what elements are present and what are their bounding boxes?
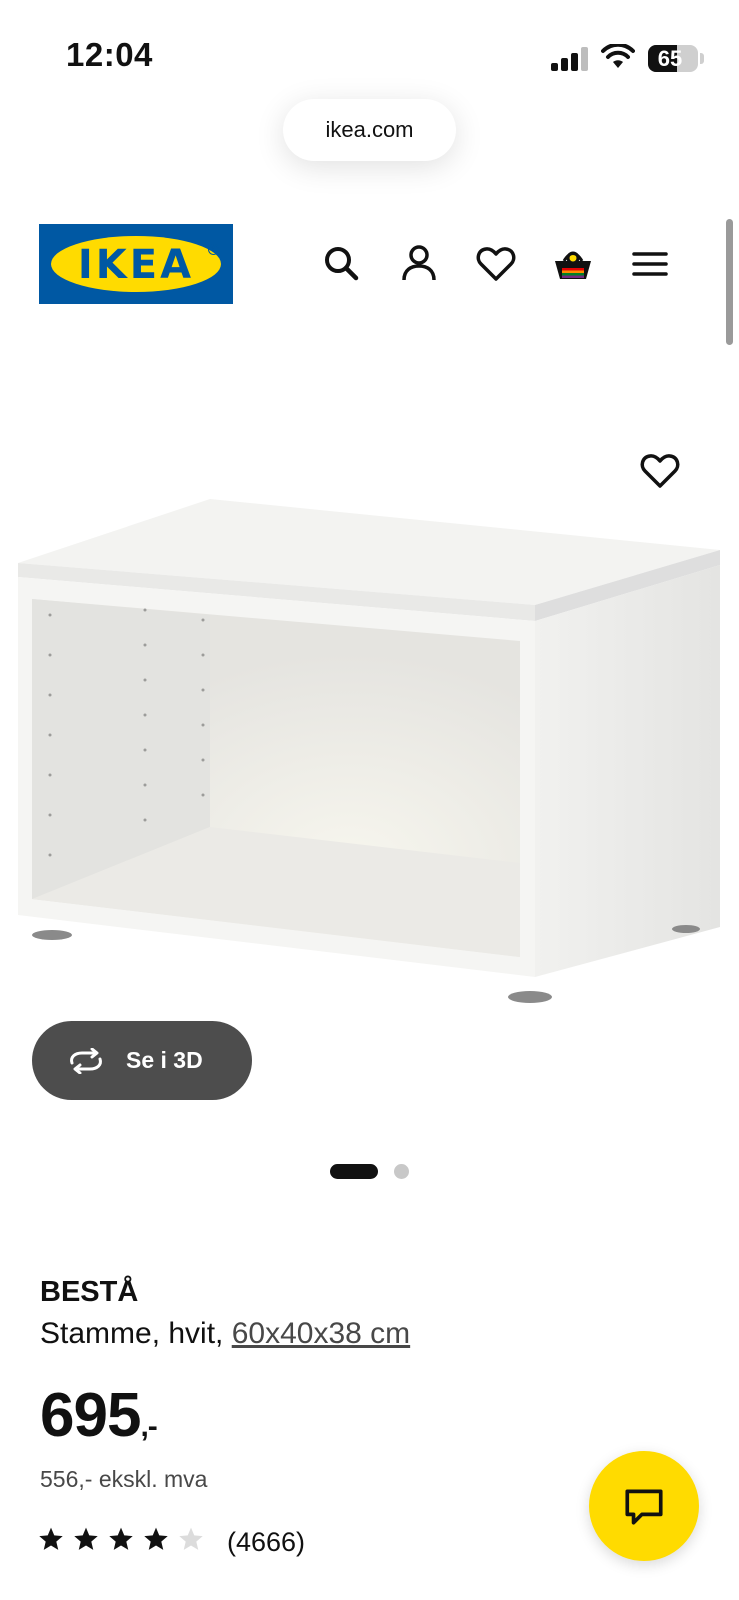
price-value: 695 <box>40 1381 141 1450</box>
carousel-dot-active[interactable] <box>330 1164 378 1179</box>
view-in-3d-label: Se i 3D <box>126 1047 203 1073</box>
shopping-basket-icon[interactable] <box>551 242 595 286</box>
price-excl-vat: 556,- ekskl. mva <box>40 1466 208 1492</box>
carousel-dot[interactable] <box>394 1164 409 1179</box>
battery-tip <box>700 53 704 64</box>
product-image[interactable] <box>10 495 730 1025</box>
save-to-favorites-heart-icon[interactable] <box>638 449 682 493</box>
product-name: BESTÅ <box>40 1276 139 1308</box>
cellular-signal-icon <box>551 47 589 71</box>
star-empty-icon <box>179 1527 203 1550</box>
product-description: Stamme, hvit, 60x40x38 cm <box>40 1317 410 1351</box>
chat-bubble-icon <box>625 1489 663 1525</box>
wifi-icon <box>601 42 635 70</box>
battery-icon: 65 <box>648 45 698 72</box>
user-icon[interactable] <box>397 242 441 286</box>
product-type: Stamme, hvit, <box>40 1317 232 1350</box>
ikea-logo[interactable]: IKEA ® <box>39 224 233 304</box>
product-price: 695,- <box>40 1380 158 1451</box>
rotate-3d-icon <box>70 1047 102 1074</box>
star-filled-icon <box>109 1527 133 1550</box>
star-filled-icon <box>144 1527 168 1550</box>
price-suffix: ,- <box>140 1410 157 1443</box>
address-bar[interactable]: ikea.com <box>283 99 456 161</box>
battery-percent: 65 <box>657 46 683 71</box>
star-filled-icon <box>39 1527 63 1550</box>
favorites-heart-icon[interactable] <box>474 242 518 286</box>
star-filled-icon <box>74 1527 98 1550</box>
rating-stars[interactable] <box>38 1526 204 1552</box>
review-count[interactable]: (4666) <box>227 1527 305 1558</box>
view-in-3d-button[interactable]: Se i 3D <box>32 1021 252 1100</box>
page-scrollbar[interactable] <box>726 219 733 345</box>
chat-button[interactable] <box>589 1451 699 1561</box>
product-dimensions-link[interactable]: 60x40x38 cm <box>232 1317 410 1350</box>
search-icon[interactable] <box>320 242 364 286</box>
logo-text: IKEA <box>77 242 195 288</box>
registered-mark-icon: ® <box>208 244 219 255</box>
menu-icon[interactable] <box>628 242 672 286</box>
status-time: 12:04 <box>66 36 153 73</box>
